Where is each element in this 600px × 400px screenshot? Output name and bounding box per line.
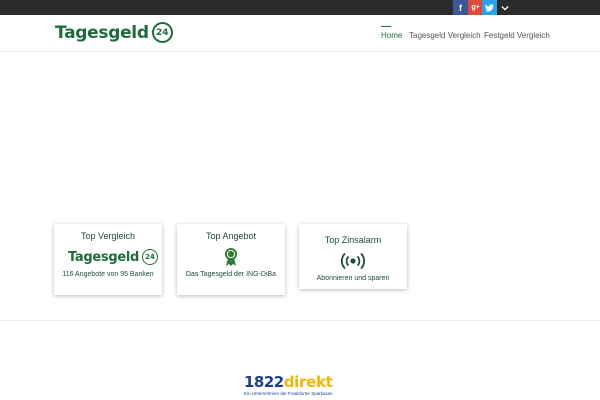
twitter-icon[interactable] (482, 0, 497, 15)
site-logo[interactable]: Tagesgeld 24 (55, 22, 173, 43)
top-social-bar: f g+ (0, 0, 600, 15)
card-text: Abonnieren und sparen (316, 275, 390, 282)
tagesgeld24-logo: Tagesgeld 24 (68, 249, 159, 265)
logo-badge-icon: 24 (151, 22, 173, 43)
sponsor-number: 1822 (244, 373, 284, 391)
sponsor-logo-1822direkt[interactable]: 1822 direkt Ein Unternehmen der Frankfur… (244, 374, 356, 396)
award-ribbon-icon (225, 248, 237, 266)
facebook-icon[interactable]: f (453, 0, 468, 15)
twitter-bird-icon (485, 3, 494, 12)
mini-logo-badge-icon: 24 (142, 249, 159, 265)
nav-festgeld-vergleich[interactable]: Festgeld Vergleich (484, 31, 550, 40)
logo-text: Tagesgeld (55, 22, 149, 43)
google-plus-icon[interactable]: g+ (468, 0, 483, 15)
sponsor-wordmark: 1822 direkt (244, 374, 356, 390)
card-top-zinsalarm[interactable]: Top Zinsalarm Abonnieren und sparen (299, 224, 407, 289)
nav-home[interactable]: Home (381, 26, 402, 40)
card-top-vergleich[interactable]: Top Vergleich Tagesgeld 24 116 Angebote … (54, 224, 162, 295)
card-text: 116 Angebote von 95 Banken (62, 271, 154, 278)
mini-logo-text: Tagesgeld (68, 249, 140, 265)
sponsor-tagline: Ein Unternehmen der Frankfurter Sparkass… (244, 391, 333, 396)
section-divider (0, 320, 600, 321)
site-header: Tagesgeld 24 Home Tagesgeld Vergleich Fe… (0, 15, 600, 52)
sponsor-word: direkt (283, 373, 333, 391)
broadcast-signal-icon (341, 252, 365, 270)
card-title: Top Vergleich (80, 231, 136, 241)
card-title: Top Angebot (205, 231, 257, 241)
card-title: Top Zinsalarm (324, 235, 382, 245)
more-dropdown-button[interactable] (497, 0, 513, 15)
chevron-down-icon (501, 5, 509, 11)
card-top-angebot[interactable]: Top Angebot Das Tagesgeld der ING-DiBa (177, 224, 285, 295)
card-text: Das Tagesgeld der ING-DiBa (185, 271, 277, 278)
nav-tagesgeld-vergleich[interactable]: Tagesgeld Vergleich (409, 31, 481, 40)
